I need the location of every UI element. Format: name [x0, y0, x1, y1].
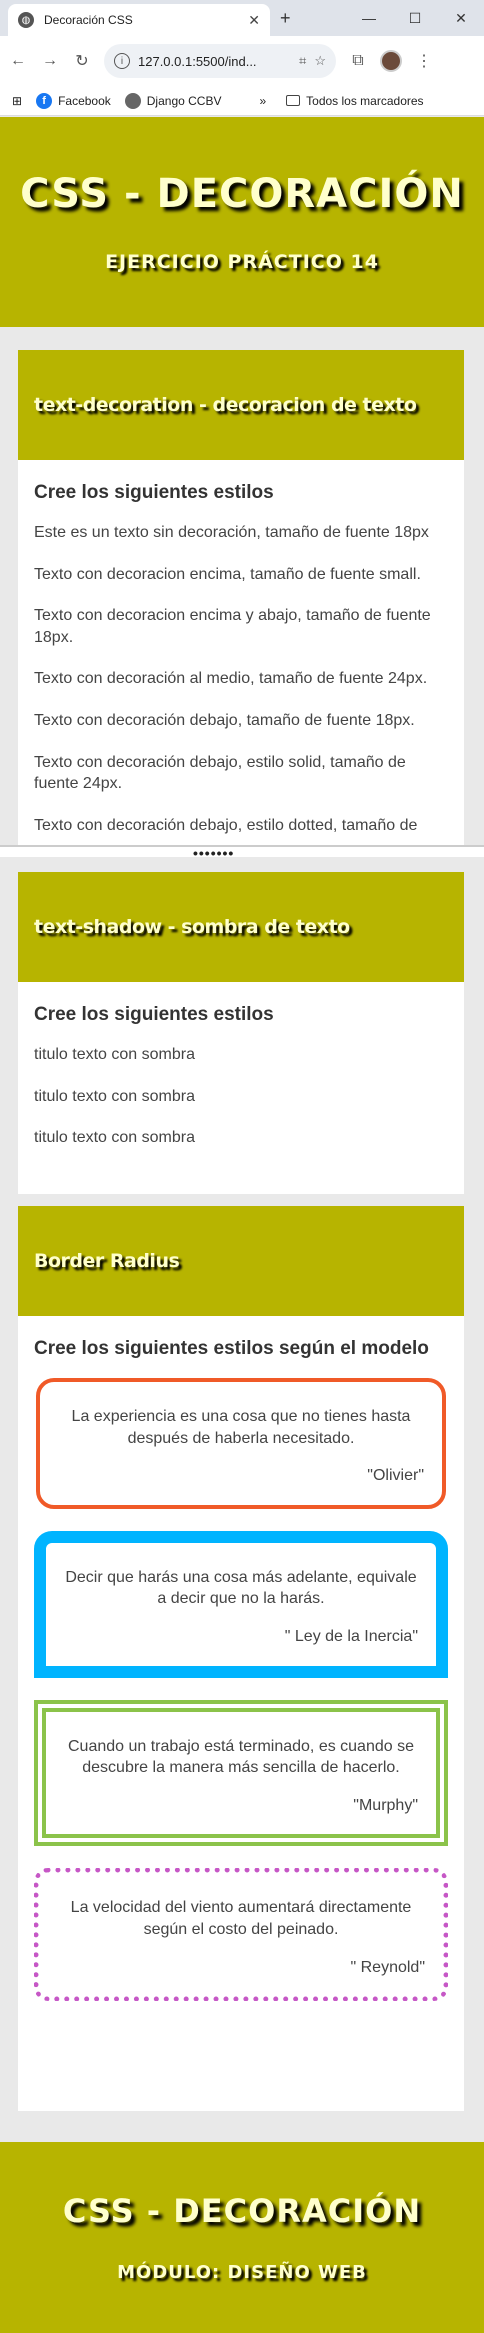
browser-tab[interactable]: ◍ Decoración CSS ✕: [8, 4, 270, 36]
tab-title: Decoración CSS: [44, 13, 133, 27]
minimize-icon[interactable]: —: [346, 0, 392, 36]
card-header: text-shadow - sombra de texto: [18, 872, 464, 982]
screenshot-seam: [0, 845, 484, 857]
new-tab-button[interactable]: +: [280, 8, 291, 29]
list-item: Texto con decoracion encima, tamaño de f…: [34, 565, 421, 583]
url-text[interactable]: 127.0.0.1:5500/ind...: [138, 54, 291, 69]
back-icon[interactable]: ←: [8, 52, 28, 70]
globe-icon: ◍: [18, 12, 34, 28]
text-shadow-card: text-shadow - sombra de texto Cree los s…: [18, 872, 464, 1194]
close-window-icon[interactable]: ✕: [438, 0, 484, 36]
extensions-icon[interactable]: ⧉: [348, 52, 368, 70]
menu-icon[interactable]: ⋮: [414, 51, 434, 71]
globe-icon: [124, 92, 141, 109]
quote-box: La experiencia es una cosa que no tienes…: [36, 1378, 446, 1509]
quote-box: Cuando un trabajo está terminado, es cua…: [34, 1699, 448, 1847]
list-item: Texto con decoración debajo, estilo dott…: [34, 816, 418, 834]
card-heading: Cree los siguientes estilos según el mod…: [34, 1338, 429, 1359]
quote-text: La velocidad del viento aumentará direct…: [70, 1899, 412, 1938]
quote-author: "Olivier": [367, 1467, 424, 1485]
list-item: Este es un texto sin decoración, tamaño …: [34, 524, 429, 541]
list-item: titulo texto con sombra: [34, 1129, 195, 1147]
page-viewport: CSS - DECORACIÓN EJERCICIO PRÁCTICO 14 t…: [0, 117, 484, 2333]
list-item: Texto con decoración al medio, tamaño de…: [34, 670, 428, 688]
window-controls: — ☐ ✕: [346, 0, 484, 36]
more-bookmarks-icon[interactable]: »: [259, 94, 266, 108]
list-item: Texto con decoración debajo, tamaño de f…: [34, 711, 415, 729]
quote-author: " Ley de la Inercia": [284, 1627, 418, 1645]
footer-title: CSS - DECORACIÓN: [62, 2192, 422, 2230]
list-item: Texto con decoracion encima y abajo, tam…: [34, 607, 431, 646]
reload-icon[interactable]: ↻: [72, 51, 92, 71]
quote-text: La experiencia es una cosa que no tienes…: [71, 1408, 411, 1447]
card-header-title: Border Radius: [34, 1250, 180, 1272]
quote-box: Decir que harás una cosa más adelante, e…: [34, 1530, 448, 1678]
translate-icon[interactable]: ⌗: [299, 53, 306, 69]
bookmarks-folder-label: Todos los marcadores: [306, 93, 424, 108]
forward-icon[interactable]: →: [40, 52, 60, 70]
hero-banner: CSS - DECORACIÓN EJERCICIO PRÁCTICO 14: [0, 117, 484, 327]
bookmark-django-ccbv[interactable]: Django CCBV: [124, 92, 222, 109]
list-item: Texto con decoración debajo, estilo soli…: [34, 753, 406, 793]
page-subtitle: EJERCICIO PRÁCTICO 14: [105, 251, 379, 273]
facebook-icon: f: [36, 92, 53, 109]
bookmark-facebook[interactable]: f Facebook: [36, 92, 111, 109]
bookmark-label: Facebook: [58, 93, 111, 108]
address-bar[interactable]: i 127.0.0.1:5500/ind... ⌗ ☆: [104, 44, 336, 78]
quote-author: "Murphy": [353, 1796, 418, 1814]
close-tab-icon[interactable]: ✕: [248, 12, 260, 29]
text-decoration-card: text-decoration - decoracion de texto Cr…: [18, 350, 464, 847]
profile-avatar[interactable]: [380, 50, 402, 72]
card-header-title: text-decoration - decoracion de texto: [34, 394, 417, 416]
footer-subtitle: MÓDULO: DISEÑO WEB: [117, 2262, 367, 2283]
bookmarks-folder[interactable]: Todos los marcadores: [286, 93, 424, 108]
site-info-icon[interactable]: i: [114, 53, 130, 69]
quote-author: " Reynold": [350, 1958, 425, 1976]
bookmark-label: Django CCBV: [146, 93, 222, 108]
tab-strip: ◍ Decoración CSS ✕ + — ☐ ✕: [0, 0, 484, 36]
quote-box: La velocidad del viento aumentará direct…: [34, 1868, 448, 2002]
quote-text: Decir que harás una cosa más adelante, e…: [65, 1568, 417, 1608]
maximize-icon[interactable]: ☐: [392, 0, 438, 36]
border-radius-card: Border Radius Cree los siguientes estilo…: [18, 1206, 464, 2111]
card-header: text-decoration - decoracion de texto: [18, 350, 464, 460]
card-heading: Cree los siguientes estilos: [34, 482, 274, 503]
page-title: CSS - DECORACIÓN: [20, 171, 464, 217]
folder-icon: [286, 95, 301, 106]
bookmarks-bar: ⊞ f Facebook Django CCBV » Todos los mar…: [0, 86, 484, 116]
card-header-title: text-shadow - sombra de texto: [34, 916, 350, 938]
list-item: titulo texto con sombra: [34, 1046, 195, 1063]
quote-text: Cuando un trabajo está terminado, es cua…: [67, 1737, 414, 1777]
browser-toolbar: ← → ↻ i 127.0.0.1:5500/ind... ⌗ ☆ ⧉ ⋮: [0, 36, 484, 86]
bookmark-star-icon[interactable]: ☆: [314, 53, 326, 69]
card-heading: Cree los siguientes estilos: [34, 1004, 274, 1025]
card-header: Border Radius: [18, 1206, 464, 1316]
apps-grid-icon[interactable]: ⊞: [12, 94, 22, 108]
list-item: titulo texto con sombra: [34, 1087, 195, 1105]
page-footer: CSS - DECORACIÓN MÓDULO: DISEÑO WEB: [0, 2142, 484, 2333]
scroll-dots: •••••••: [193, 845, 235, 861]
